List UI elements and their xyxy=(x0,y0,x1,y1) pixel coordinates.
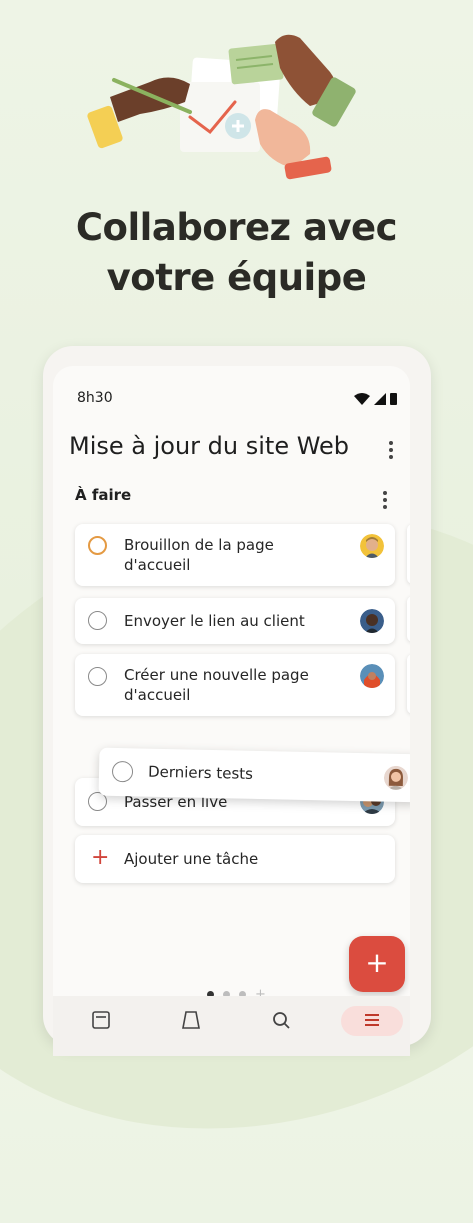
phone-frame: 8h30 Mise à jour du site Web À faire E B… xyxy=(43,346,431,1056)
add-task-button[interactable]: + Ajouter une tâche xyxy=(75,835,395,883)
section-more-icon[interactable] xyxy=(382,491,388,509)
add-fab-button[interactable]: + xyxy=(349,936,405,992)
status-icons xyxy=(354,393,397,405)
project-more-icon[interactable] xyxy=(388,441,394,459)
phone-screen: 8h30 Mise à jour du site Web À faire E B… xyxy=(53,366,410,1056)
task-card[interactable]: Créer une nouvelle page d'accueil xyxy=(75,654,395,716)
next-column-card xyxy=(407,654,410,714)
browse-icon[interactable] xyxy=(362,1010,382,1030)
upcoming-icon[interactable] xyxy=(181,1010,201,1030)
task-checkbox[interactable] xyxy=(88,536,107,555)
task-title: Derniers tests xyxy=(147,762,254,783)
avatar-blond xyxy=(360,534,384,558)
headline-line-2: votre équipe xyxy=(106,256,367,299)
task-title: Envoyer le lien au client xyxy=(124,612,305,630)
task-card[interactable]: Envoyer le lien au client xyxy=(75,598,395,644)
pagination-dots: + xyxy=(207,984,266,1001)
plus-icon: + xyxy=(91,845,110,870)
add-task-label: Ajouter une tâche xyxy=(124,850,259,868)
status-time: 8h30 xyxy=(77,390,113,406)
wifi-icon xyxy=(354,393,370,405)
task-checkbox[interactable] xyxy=(111,760,134,783)
task-title: Créer une nouvelle page d'accueil xyxy=(124,666,309,704)
task-checkbox[interactable] xyxy=(88,667,107,686)
battery-icon xyxy=(390,393,397,405)
avatar-dark xyxy=(360,609,384,633)
collaboration-illustration xyxy=(87,34,356,180)
avatar-light xyxy=(383,765,408,791)
headline: Collaborez avec votre équipe xyxy=(0,203,473,303)
signal-icon xyxy=(374,393,386,405)
next-column-card xyxy=(407,524,410,584)
task-card[interactable]: Brouillon de la page d'accueil xyxy=(75,524,395,586)
bottom-navigation xyxy=(53,996,410,1056)
search-icon[interactable] xyxy=(271,1010,291,1030)
headline-line-1: Collaborez avec xyxy=(75,206,398,249)
dragged-task-card[interactable]: Derniers tests xyxy=(98,747,410,803)
today-icon[interactable] xyxy=(91,1010,111,1030)
next-column-card xyxy=(407,596,410,642)
task-title: Brouillon de la page d'accueil xyxy=(124,536,274,574)
avatar-red xyxy=(360,664,384,688)
task-checkbox[interactable] xyxy=(88,611,107,630)
project-title: Mise à jour du site Web xyxy=(69,432,350,460)
section-label: À faire xyxy=(75,486,132,504)
